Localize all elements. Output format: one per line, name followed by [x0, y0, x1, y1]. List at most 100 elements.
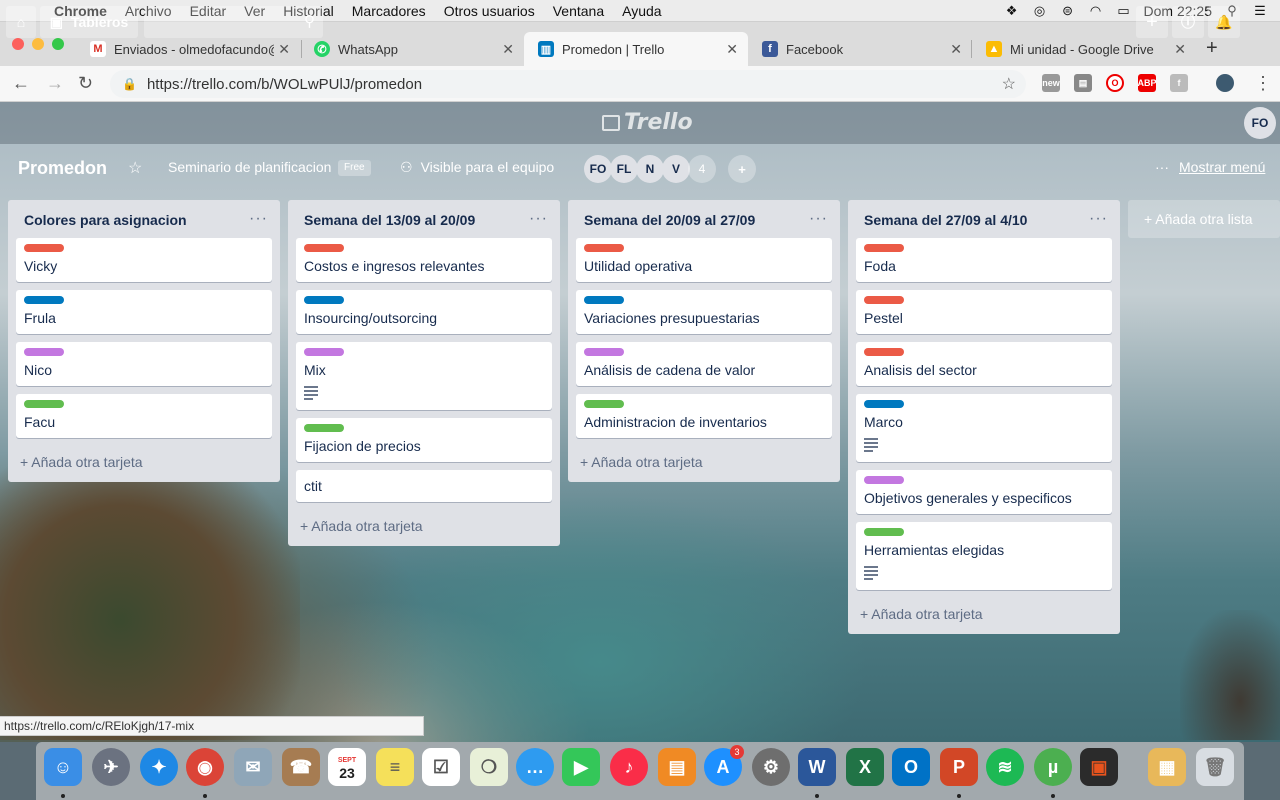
menu-marcadores[interactable]: Marcadores: [352, 3, 426, 19]
photo-app-icon[interactable]: ▣: [1080, 748, 1118, 786]
list-title[interactable]: Semana del 20/09 al 27/09: [584, 212, 755, 228]
chrome-icon[interactable]: ◉: [186, 748, 224, 786]
notes-icon[interactable]: ≡: [376, 748, 414, 786]
launchpad-icon[interactable]: ✈: [92, 748, 130, 786]
star-board-icon[interactable]: ☆: [128, 158, 142, 178]
card[interactable]: Marco: [856, 394, 1112, 462]
tab-trello[interactable]: ▥ Promedon | Trello ✕: [524, 32, 748, 66]
contacts-icon[interactable]: ☎: [282, 748, 320, 786]
opera-extension-icon[interactable]: O: [1106, 74, 1124, 92]
notification-center-icon[interactable]: ☰: [1252, 3, 1268, 18]
card[interactable]: Nico: [16, 342, 272, 386]
facetime-icon[interactable]: ▶: [562, 748, 600, 786]
word-icon[interactable]: W: [798, 748, 836, 786]
new-tab-button[interactable]: +: [1206, 37, 1218, 60]
excel-icon[interactable]: X: [846, 748, 884, 786]
create-button[interactable]: +: [1136, 6, 1168, 38]
list-menu-icon[interactable]: ···: [1089, 210, 1108, 228]
search-input[interactable]: ⚲: [144, 6, 323, 38]
utorrent-icon[interactable]: µ: [1034, 748, 1072, 786]
card[interactable]: Foda: [856, 238, 1112, 282]
adblock-plus-icon[interactable]: ABP: [1138, 74, 1157, 92]
user-avatar[interactable]: FO: [1244, 107, 1276, 139]
messages-icon[interactable]: …: [516, 748, 554, 786]
powerpoint-icon[interactable]: P: [940, 748, 978, 786]
ibooks-icon[interactable]: ▤: [658, 748, 696, 786]
battery-icon[interactable]: ▭: [1116, 3, 1132, 18]
list-semana-13-09[interactable]: Semana del 13/09 al 20/09 ··· Costos e i…: [288, 200, 560, 546]
card[interactable]: Fijacion de precios: [296, 418, 552, 462]
add-card-button[interactable]: + Añada otra tarjeta: [288, 510, 560, 546]
close-tab-icon[interactable]: ✕: [1174, 41, 1186, 58]
dropbox-icon[interactable]: ❖: [1004, 3, 1020, 18]
add-card-button[interactable]: + Añada otra tarjeta: [568, 446, 840, 482]
card[interactable]: ctit: [296, 470, 552, 502]
menu-ayuda[interactable]: Ayuda: [622, 3, 661, 19]
list-header[interactable]: Colores para asignacion ···: [8, 200, 280, 238]
add-card-button[interactable]: + Añada otra tarjeta: [848, 598, 1120, 634]
close-tab-icon[interactable]: ✕: [502, 41, 514, 58]
member-avatar[interactable]: V: [662, 155, 690, 183]
extension-new-icon[interactable]: new: [1042, 74, 1060, 92]
list-menu-icon[interactable]: ···: [809, 210, 828, 228]
sync-icon[interactable]: ⊜: [1060, 3, 1076, 18]
zoom-window-button[interactable]: [52, 38, 64, 50]
menu-ventana[interactable]: Ventana: [553, 3, 604, 19]
info-button[interactable]: ⓘ: [1172, 6, 1204, 38]
safari-icon[interactable]: ✦: [140, 748, 178, 786]
list-menu-icon[interactable]: ···: [529, 210, 548, 228]
forward-arrow-icon[interactable]: →: [46, 73, 64, 94]
back-arrow-icon[interactable]: ←: [12, 73, 30, 94]
boards-button[interactable]: ▣ Tableros: [40, 6, 138, 38]
add-list-button[interactable]: + Añada otra lista: [1128, 200, 1280, 238]
card[interactable]: Analisis del sector: [856, 342, 1112, 386]
member-count[interactable]: 4: [688, 155, 716, 183]
outlook-icon[interactable]: O: [892, 748, 930, 786]
list-header[interactable]: Semana del 27/09 al 4/10 ···: [848, 200, 1120, 238]
notifications-button[interactable]: 🔔: [1208, 6, 1240, 38]
tab-whatsapp[interactable]: ✆ WhatsApp ✕: [300, 32, 524, 66]
list-header[interactable]: Semana del 20/09 al 27/09 ···: [568, 200, 840, 238]
card[interactable]: Insourcing/outsorcing: [296, 290, 552, 334]
trello-logo[interactable]: Trello: [602, 110, 693, 135]
card[interactable]: Costos e ingresos relevantes: [296, 238, 552, 282]
card[interactable]: Análisis de cadena de valor: [576, 342, 832, 386]
finder-icon[interactable]: ☺: [44, 748, 82, 786]
close-tab-icon[interactable]: ✕: [278, 41, 290, 58]
list-colores[interactable]: Colores para asignacion ··· Vicky Frula …: [8, 200, 280, 482]
team-name[interactable]: Seminario de planificacion: [168, 159, 331, 175]
home-button[interactable]: ⌂: [6, 6, 36, 38]
mail-icon[interactable]: ✉: [234, 748, 272, 786]
itunes-icon[interactable]: ♪: [610, 748, 648, 786]
address-url[interactable]: https://trello.com/b/WOLwPUlJ/promedon: [147, 76, 422, 93]
member-avatar[interactable]: N: [636, 155, 664, 183]
card[interactable]: Administracion de inventarios: [576, 394, 832, 438]
visibility-button[interactable]: ⚇ Visible para el equipo: [400, 159, 554, 176]
list-semana-20-09[interactable]: Semana del 20/09 al 27/09 ··· Utilidad o…: [568, 200, 840, 482]
reload-icon[interactable]: ↻: [78, 73, 93, 94]
list-semana-27-09[interactable]: Semana del 27/09 al 4/10 ··· Foda Pestel…: [848, 200, 1120, 634]
creative-cloud-icon[interactable]: ◎: [1032, 3, 1048, 18]
show-menu-link[interactable]: ··· Mostrar menú: [1155, 159, 1265, 175]
reminders-icon[interactable]: ☑: [422, 748, 460, 786]
chrome-menu-icon[interactable]: ⋮: [1254, 73, 1272, 94]
card[interactable]: Mix: [296, 342, 552, 410]
card[interactable]: Frula: [16, 290, 272, 334]
system-preferences-icon[interactable]: ⚙: [752, 748, 790, 786]
member-avatar[interactable]: FL: [610, 155, 638, 183]
invite-member-icon[interactable]: +: [728, 155, 756, 183]
bookmark-star-icon[interactable]: ☆: [1002, 74, 1016, 94]
list-title[interactable]: Semana del 13/09 al 20/09: [304, 212, 475, 228]
member-avatar[interactable]: FO: [584, 155, 612, 183]
card[interactable]: Vicky: [16, 238, 272, 282]
card[interactable]: Utilidad operativa: [576, 238, 832, 282]
board-title[interactable]: Promedon: [18, 158, 107, 179]
archive-utility-icon[interactable]: ▦: [1148, 748, 1186, 786]
extension-gray-icon[interactable]: ▤: [1074, 74, 1092, 92]
close-tab-icon[interactable]: ✕: [726, 41, 738, 58]
list-title[interactable]: Semana del 27/09 al 4/10: [864, 212, 1027, 228]
card[interactable]: Objetivos generales y especificos: [856, 470, 1112, 514]
calendar-icon[interactable]: SEPT 23: [328, 748, 366, 786]
facebook-extension-icon[interactable]: f: [1170, 74, 1188, 92]
menu-otros-usuarios[interactable]: Otros usuarios: [444, 3, 535, 19]
